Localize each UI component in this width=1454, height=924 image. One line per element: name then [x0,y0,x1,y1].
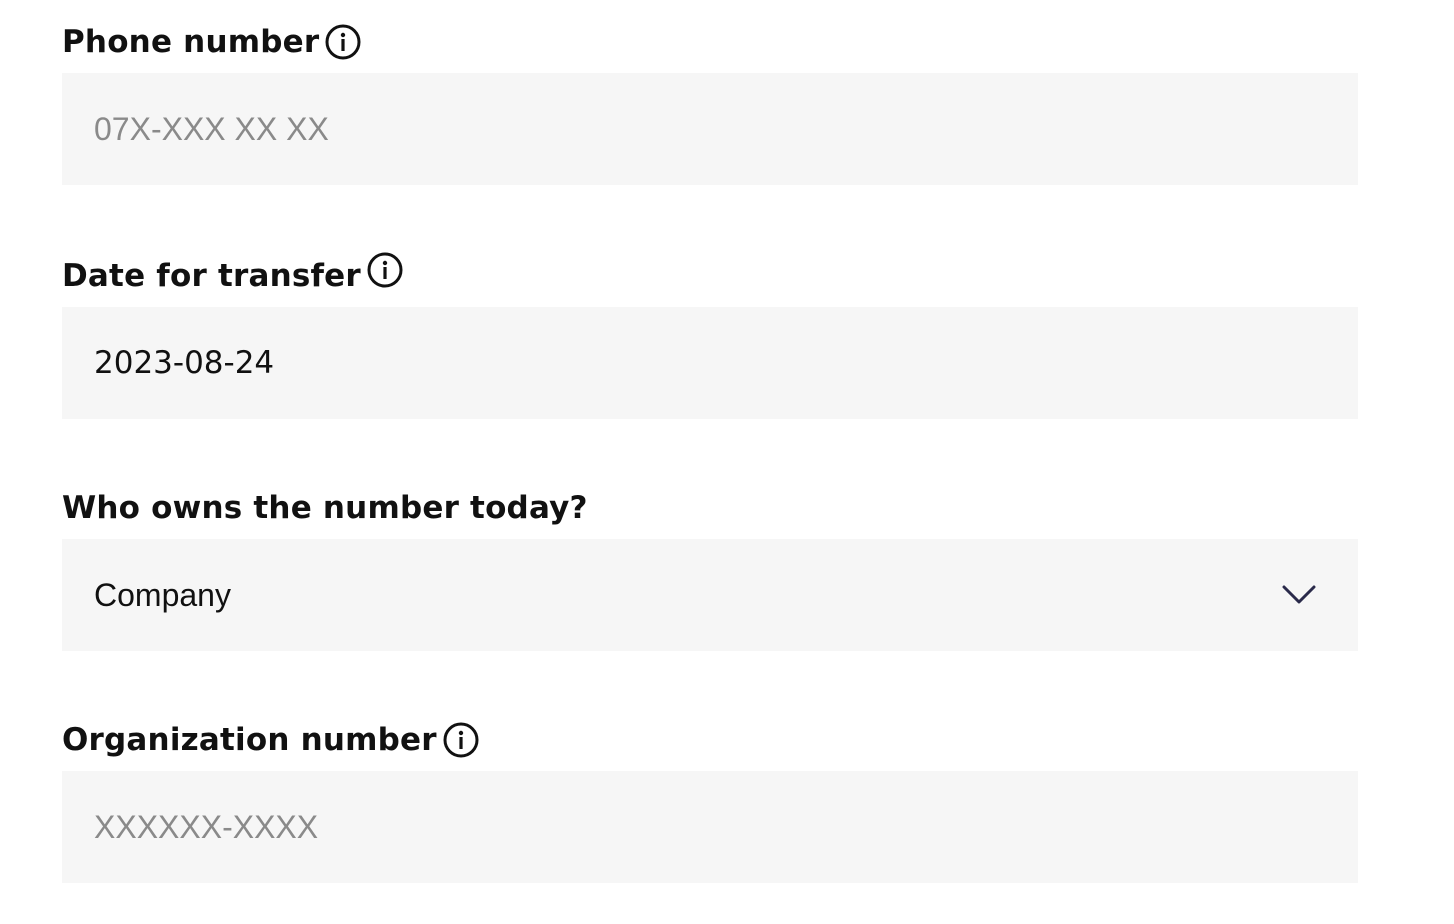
owner-field: Who owns the number today? Company [62,488,1358,651]
owner-select-value: Company [94,576,231,613]
owner-label: Who owns the number today? [62,490,588,526]
phone-number-field: Phone number [62,22,1358,185]
transfer-date-field: Date for transfer [62,252,1358,419]
phone-number-input[interactable] [62,73,1358,185]
transfer-date-label-row: Date for transfer [62,252,1358,296]
info-circle-icon[interactable] [325,24,361,60]
transfer-date-input[interactable] [62,307,1358,419]
info-circle-icon[interactable] [367,252,403,288]
organization-number-field: Organization number [62,720,1358,883]
organization-number-label-row: Organization number [62,720,1358,760]
owner-label-row: Who owns the number today? [62,488,1358,528]
chevron-down-icon [1282,585,1316,605]
phone-number-label-row: Phone number [62,22,1358,62]
phone-number-label: Phone number [62,24,320,60]
info-circle-icon[interactable] [443,722,479,758]
organization-number-label: Organization number [62,722,437,758]
organization-number-input[interactable] [62,771,1358,883]
transfer-date-label: Date for transfer [62,258,361,294]
owner-select[interactable]: Company [62,539,1358,651]
